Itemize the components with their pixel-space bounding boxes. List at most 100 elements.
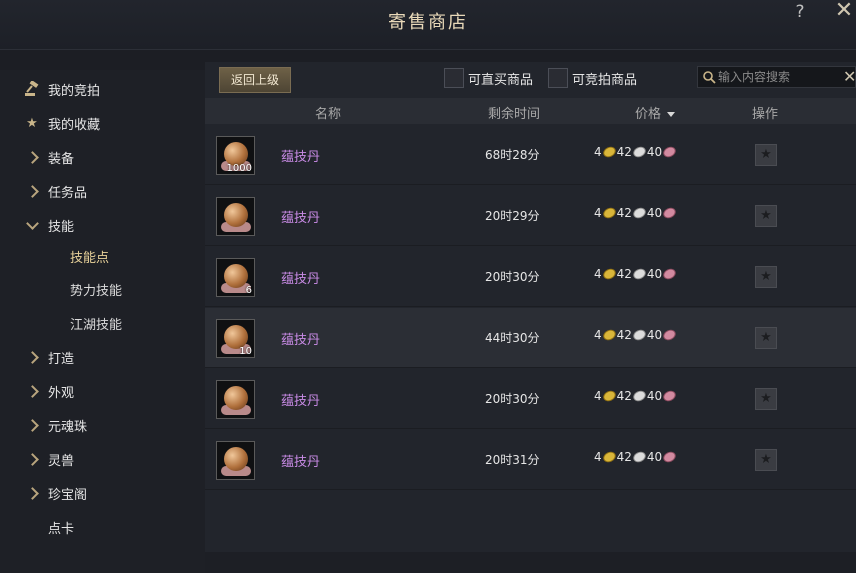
price-gold: 4 xyxy=(594,145,602,159)
sidebar-item-label: 点卡 xyxy=(48,521,75,537)
sidebar-item-13[interactable]: 点卡 xyxy=(0,512,205,542)
title-bar: 寄售商店 ? ✕ xyxy=(0,0,856,50)
chevron-right-icon xyxy=(24,183,40,199)
favorite-star-icon[interactable]: ★ xyxy=(755,205,777,227)
price-copper: 40 xyxy=(646,389,663,403)
time-remaining: 20时30分 xyxy=(485,392,540,406)
auction-label: 可竞拍商品 xyxy=(572,73,638,88)
sidebar-item-label: 灵兽 xyxy=(48,453,75,469)
header-price[interactable]: 价格 xyxy=(635,103,676,122)
item-icon xyxy=(216,380,255,419)
chevron-down-icon xyxy=(24,216,40,233)
price: 4 42 40 xyxy=(594,266,678,282)
silver-coin-icon xyxy=(631,205,648,221)
time-remaining: 20时29分 xyxy=(485,209,540,223)
sidebar-item-7[interactable]: 江湖技能 xyxy=(0,308,205,338)
item-icon xyxy=(216,197,255,236)
sidebar-item-label: 打造 xyxy=(48,351,75,367)
sidebar-item-label: 我的收藏 xyxy=(48,117,101,133)
table-row[interactable]: 1000 蕴技丹 68时28分 4 42 40 ★ xyxy=(205,125,856,185)
search-input[interactable] xyxy=(718,68,838,86)
table-row[interactable]: 蕴技丹 20时29分 4 42 40 ★ xyxy=(205,186,856,246)
header-time: 剩余时间 xyxy=(488,107,541,122)
favorite-star-icon[interactable]: ★ xyxy=(755,388,777,410)
item-name[interactable]: 蕴技丹 xyxy=(281,268,320,287)
silver-coin-icon xyxy=(631,388,648,404)
price-gold: 4 xyxy=(594,328,602,342)
price: 4 42 40 xyxy=(594,205,678,221)
auction-checkbox[interactable] xyxy=(548,68,568,88)
orb-icon xyxy=(224,447,248,471)
back-button[interactable]: 返回上级 xyxy=(219,67,291,93)
silver-coin-icon xyxy=(631,266,648,282)
gold-coin-icon xyxy=(601,144,618,160)
clear-search-icon[interactable]: ✕ xyxy=(843,67,856,87)
gold-coin-icon xyxy=(601,449,618,465)
header-action: 操作 xyxy=(752,107,779,122)
search-icon xyxy=(703,71,716,84)
item-name[interactable]: 蕴技丹 xyxy=(281,146,320,165)
sidebar-item-11[interactable]: 灵兽 xyxy=(0,444,205,474)
close-button[interactable]: ✕ xyxy=(832,0,856,24)
favorite-star-icon[interactable]: ★ xyxy=(755,144,777,166)
price-silver: 42 xyxy=(616,328,632,342)
gold-coin-icon xyxy=(601,388,618,404)
favorite-star-icon[interactable]: ★ xyxy=(755,266,777,288)
sidebar-item-8[interactable]: 打造 xyxy=(0,342,205,372)
favorite-star-icon[interactable]: ★ xyxy=(755,449,777,471)
chevron-right-icon xyxy=(24,451,40,467)
sidebar-item-6[interactable]: 势力技能 xyxy=(0,274,205,304)
price-gold: 4 xyxy=(594,206,602,220)
price-copper: 40 xyxy=(646,145,663,159)
price-silver: 42 xyxy=(616,145,632,159)
sidebar-item-12[interactable]: 珍宝阁 xyxy=(0,478,205,508)
copper-coin-icon xyxy=(661,449,678,465)
sidebar-item-4[interactable]: 技能 xyxy=(0,210,205,240)
sidebar-item-3[interactable]: 任务品 xyxy=(0,176,205,206)
header-name: 名称 xyxy=(315,107,342,122)
sidebar-item-1[interactable]: ★ 我的收藏 xyxy=(0,108,205,138)
table-row[interactable]: 10 蕴技丹 44时30分 4 42 40 ★ xyxy=(205,308,856,368)
sidebar-item-10[interactable]: 元魂珠 xyxy=(0,410,205,440)
search-box: ✕ xyxy=(697,66,856,88)
copper-coin-icon xyxy=(661,327,678,343)
item-icon: 1000 xyxy=(216,136,255,175)
item-name[interactable]: 蕴技丹 xyxy=(281,451,320,470)
chevron-right-icon xyxy=(24,383,40,399)
item-name[interactable]: 蕴技丹 xyxy=(281,207,320,226)
price: 4 42 40 xyxy=(594,449,678,465)
buy-now-checkbox[interactable] xyxy=(444,68,464,88)
item-name[interactable]: 蕴技丹 xyxy=(281,329,320,348)
sidebar-item-label: 外观 xyxy=(48,385,75,401)
sidebar-item-2[interactable]: 装备 xyxy=(0,142,205,172)
gold-coin-icon xyxy=(601,266,618,282)
price-copper: 40 xyxy=(646,206,663,220)
item-name[interactable]: 蕴技丹 xyxy=(281,390,320,409)
sidebar-item-0[interactable]: 我的竞拍 xyxy=(0,74,205,104)
chevron-right-icon xyxy=(24,485,40,501)
sidebar-item-label: 技能点 xyxy=(70,250,110,266)
help-button[interactable]: ? xyxy=(792,2,808,22)
item-quantity: 1000 xyxy=(226,163,252,174)
price-silver: 42 xyxy=(616,389,632,403)
copper-coin-icon xyxy=(661,144,678,160)
orb-icon xyxy=(224,264,248,288)
gold-coin-icon xyxy=(601,205,618,221)
sidebar-item-9[interactable]: 外观 xyxy=(0,376,205,406)
price-silver: 42 xyxy=(616,450,632,464)
item-quantity: 10 xyxy=(239,346,252,357)
sidebar-item-5[interactable]: 技能点 xyxy=(0,241,205,271)
sidebar-item-label: 任务品 xyxy=(48,185,88,201)
sidebar-item-label: 江湖技能 xyxy=(70,317,123,333)
favorite-star-icon[interactable]: ★ xyxy=(755,327,777,349)
chevron-right-icon xyxy=(24,417,40,433)
table-row[interactable]: 蕴技丹 20时30分 4 42 40 ★ xyxy=(205,369,856,429)
time-remaining: 68时28分 xyxy=(485,148,540,162)
table-row[interactable]: 6 蕴技丹 20时30分 4 42 40 ★ xyxy=(205,247,856,307)
copper-coin-icon xyxy=(661,388,678,404)
price-gold: 4 xyxy=(594,450,602,464)
sidebar-item-label: 我的竞拍 xyxy=(48,83,101,99)
gold-coin-icon xyxy=(601,327,618,343)
chevron-right-icon xyxy=(24,149,40,165)
table-row[interactable]: 蕴技丹 20时31分 4 42 40 ★ xyxy=(205,430,856,490)
